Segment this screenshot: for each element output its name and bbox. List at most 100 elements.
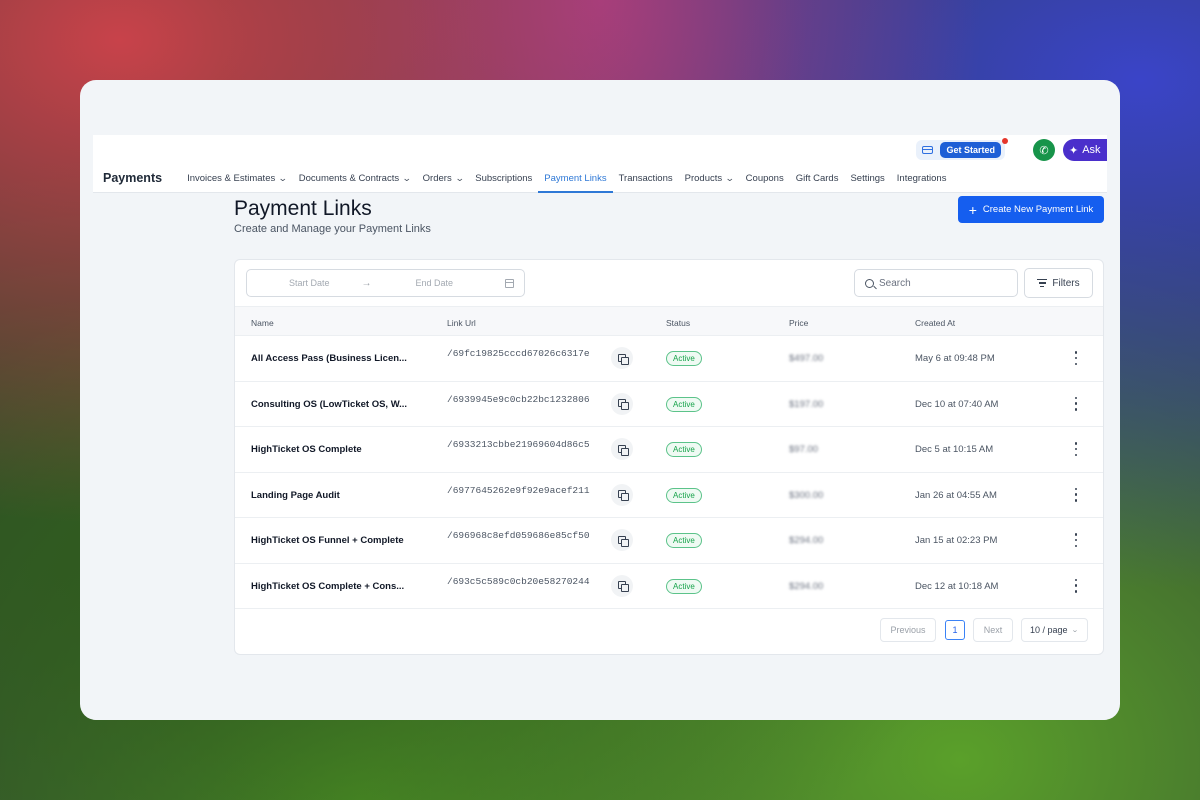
filters-button[interactable]: Filters	[1024, 268, 1093, 298]
link-name[interactable]: Landing Page Audit	[251, 490, 416, 501]
copy-link-button[interactable]	[611, 483, 633, 506]
nav-item-products[interactable]: Products ⌄	[679, 163, 740, 193]
table-row[interactable]: HighTicket OS Funnel + Complete/696968c8…	[235, 518, 1103, 564]
nav-item-gift-cards[interactable]: Gift Cards	[790, 163, 845, 193]
ask-ai-button[interactable]: ✦ Ask	[1063, 139, 1107, 161]
link-name[interactable]: HighTicket OS Complete	[251, 444, 416, 455]
next-page-button[interactable]: Next	[973, 618, 1013, 642]
nav-item-payment-links[interactable]: Payment Links	[538, 163, 613, 193]
get-started-button[interactable]: Get Started	[940, 142, 1001, 158]
phone-button[interactable]: ✆	[1033, 139, 1055, 161]
link-name[interactable]: All Access Pass (Business Licen...	[251, 353, 416, 364]
nav-item-invoices-estimates[interactable]: Invoices & Estimates ⌄	[181, 163, 293, 193]
nav-item-label: Integrations	[896, 172, 947, 184]
nav-item-transactions[interactable]: Transactions	[613, 163, 679, 193]
link-url: /69fc19825cccd67026c6317e	[447, 348, 590, 359]
table-row[interactable]: All Access Pass (Business Licen... /69fc1…	[235, 336, 1103, 382]
window-card: Get Started ✆ ✦ Ask Payments Invoices & …	[80, 80, 1120, 720]
end-date-input[interactable]: End Date	[416, 278, 454, 288]
nav-item-documents-contracts[interactable]: Documents & Contracts ⌄	[293, 163, 417, 193]
table-row[interactable]: Landing Page Audit/6977645262e9f92e9acef…	[235, 473, 1103, 518]
table-row[interactable]: HighTicket OS Complete/6933213cbbe219696…	[235, 427, 1103, 473]
search-input[interactable]	[879, 277, 1009, 289]
nav-item-orders[interactable]: Orders ⌄	[417, 163, 470, 193]
arrow-right-icon: →	[361, 277, 372, 289]
copy-link-button[interactable]	[611, 438, 633, 460]
link-url: /6977645262e9f92e9acef211	[447, 484, 590, 496]
chevron-down-icon: ⌄	[278, 172, 288, 183]
column-header-created-at: Created At	[915, 318, 956, 328]
column-header-status: Status	[666, 318, 691, 328]
created-at-value: May 6 at 09:48 PM	[915, 353, 995, 364]
status-badge: Active	[666, 578, 702, 594]
nav-item-label: Orders	[422, 172, 452, 184]
chevron-down-icon: ⌄	[1070, 627, 1079, 634]
copy-icon	[617, 444, 629, 456]
copy-icon	[617, 490, 629, 501]
page-number-1[interactable]: 1	[945, 620, 965, 640]
status-badge: Active	[666, 533, 702, 548]
link-name[interactable]: HighTicket OS Complete + Cons...	[251, 581, 416, 592]
brand-title: Payments	[103, 171, 163, 185]
nav-item-label: Products	[684, 172, 723, 184]
more-options-icon[interactable]	[1073, 487, 1079, 502]
nav-item-label: Invoices & Estimates	[187, 172, 276, 184]
get-started-widget[interactable]: Get Started	[916, 138, 1008, 160]
status-badge: Active	[666, 396, 702, 412]
header-actions: Get Started ✆ ✦ Ask	[916, 138, 1107, 161]
table-row[interactable]: Consulting OS (LowTicket OS, W... /693994…	[235, 382, 1103, 427]
more-options-icon[interactable]	[1073, 351, 1079, 365]
nav-item-label: Documents & Contracts	[298, 172, 400, 184]
page-size-select[interactable]: 10 / page ⌄	[1021, 618, 1088, 642]
link-name[interactable]: Consulting OS (LowTicket OS, W...	[251, 399, 416, 410]
nav-item-label: Coupons	[745, 172, 784, 184]
nav-item-subscriptions[interactable]: Subscriptions	[469, 163, 538, 193]
date-range-picker[interactable]: Start Date → End Date	[246, 269, 525, 297]
copy-link-button[interactable]	[611, 529, 633, 551]
nav-item-label: Settings	[850, 172, 885, 184]
nav-item-integrations[interactable]: Integrations	[891, 163, 953, 193]
copy-icon	[617, 353, 629, 365]
nav-item-label: Payment Links	[544, 172, 607, 184]
status-badge: Active	[666, 487, 702, 503]
nav-item-settings[interactable]: Settings	[844, 163, 890, 193]
payments-app: Get Started ✆ ✦ Ask Payments Invoices & …	[93, 135, 1107, 720]
copy-icon	[617, 399, 629, 410]
table-header: Name Link Url Status Price Created At	[235, 306, 1103, 336]
copy-link-button[interactable]	[611, 347, 633, 369]
chevron-down-icon: ⌄	[401, 172, 412, 183]
copy-link-button[interactable]	[611, 574, 633, 597]
more-options-icon[interactable]	[1073, 533, 1079, 547]
page-title: Payment Links	[234, 197, 372, 220]
more-options-icon[interactable]	[1073, 442, 1079, 456]
phone-icon: ✆	[1039, 144, 1049, 157]
created-at-value: Jan 26 at 04:55 AM	[915, 489, 997, 501]
more-options-icon[interactable]	[1073, 396, 1079, 411]
search-box[interactable]	[854, 269, 1018, 297]
top-header: Get Started ✆ ✦ Ask Payments Invoices & …	[93, 135, 1107, 193]
link-name[interactable]: HighTicket OS Funnel + Complete	[251, 535, 416, 546]
main-nav: Payments Invoices & Estimates ⌄ Documents …	[93, 163, 952, 193]
ask-ai-label: Ask	[1082, 144, 1101, 156]
created-at-value: Dec 10 at 07:40 AM	[915, 398, 999, 410]
link-url: /696968c8efd059686e85cf50	[447, 530, 590, 541]
copy-link-button[interactable]	[611, 392, 633, 415]
previous-page-button[interactable]: Previous	[880, 618, 936, 642]
column-header-link-url: Link Url	[447, 318, 476, 328]
start-date-input[interactable]: Start Date	[289, 278, 330, 288]
price-value: $97.00	[789, 444, 819, 455]
link-url: /6933213cbbe21969604d86c5	[447, 439, 590, 450]
nav-item-coupons[interactable]: Coupons	[740, 163, 790, 193]
copy-icon	[617, 581, 629, 592]
status-badge: Active	[666, 442, 702, 457]
chevron-down-icon: ⌄	[454, 172, 465, 183]
more-options-icon[interactable]	[1073, 578, 1079, 593]
nav-item-label: Transactions	[618, 172, 673, 184]
price-value: $497.00	[789, 353, 824, 364]
price-value: $294.00	[789, 580, 824, 592]
status-badge: Active	[666, 351, 702, 366]
created-at-value: Dec 12 at 10:18 AM	[915, 580, 999, 592]
table-row[interactable]: HighTicket OS Complete + Cons... /693c5c5…	[235, 564, 1103, 609]
create-payment-link-button[interactable]: + Create New Payment Link	[958, 196, 1104, 223]
nav-item-label: Gift Cards	[795, 172, 839, 184]
